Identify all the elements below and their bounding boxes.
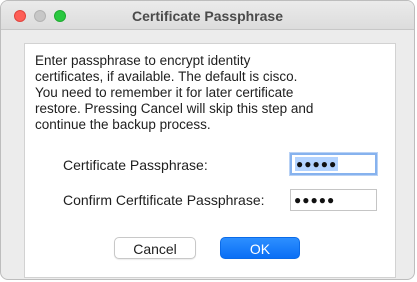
- confirm-passphrase-field[interactable]: ●●●●●: [290, 189, 377, 211]
- instruction-text: Enter passphrase to encrypt identity cer…: [35, 53, 314, 132]
- dialog-window: Certificate Passphrase Enter passphrase …: [0, 0, 415, 280]
- window-title: Certificate Passphrase: [132, 8, 283, 24]
- confirm-passphrase-label: Confirm Cerftificate Passphrase:: [63, 192, 265, 208]
- passphrase-label: Certificate Passphrase:: [63, 157, 208, 173]
- title-bar: Certificate Passphrase: [1, 1, 414, 30]
- ok-button[interactable]: OK: [220, 237, 300, 259]
- passphrase-field[interactable]: ●●●●●: [290, 153, 377, 175]
- confirm-passphrase-value: ●●●●●: [294, 193, 336, 207]
- passphrase-value: ●●●●●: [295, 157, 339, 171]
- cancel-button[interactable]: Cancel: [114, 237, 196, 259]
